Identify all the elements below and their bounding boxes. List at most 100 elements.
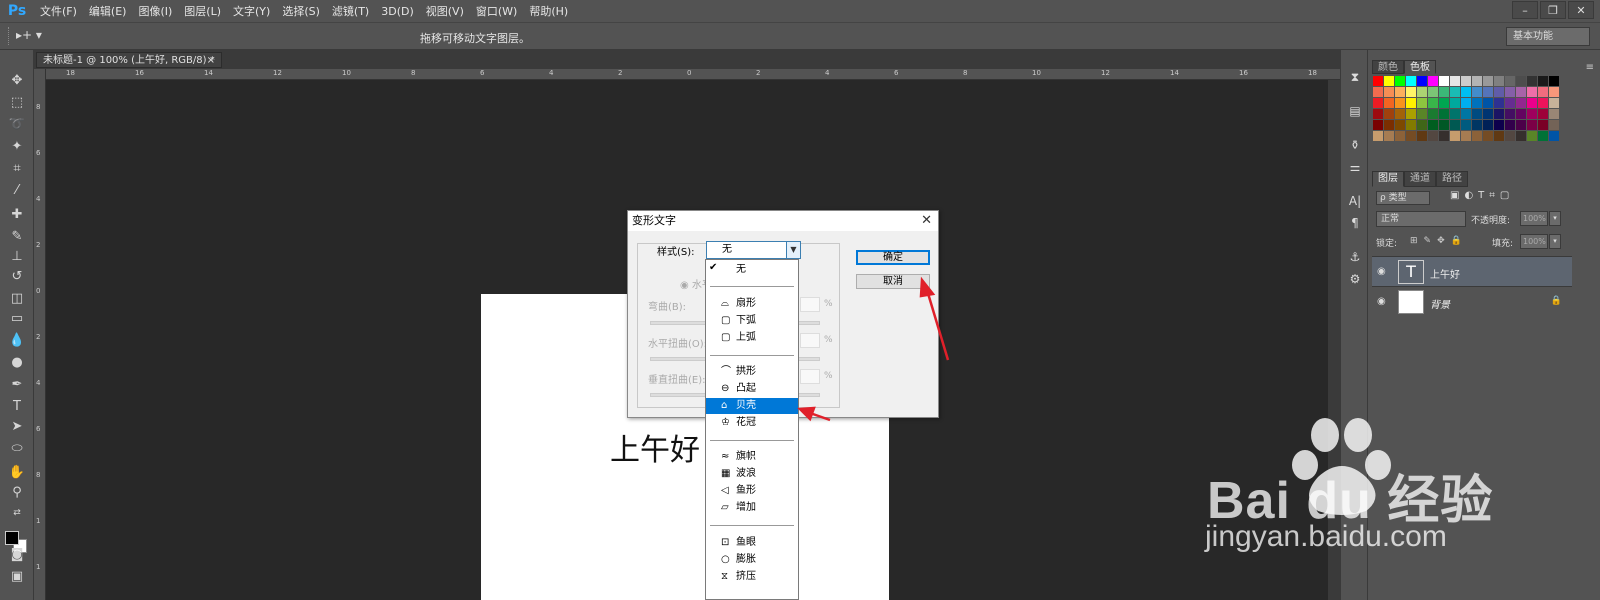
- color-swatch[interactable]: [1450, 76, 1460, 86]
- color-swatch[interactable]: [1384, 131, 1394, 141]
- color-swatch[interactable]: [1450, 87, 1460, 97]
- menu-edit[interactable]: 编辑(E): [83, 3, 133, 19]
- list-item-fisheye[interactable]: ⊡ 鱼眼: [706, 535, 798, 551]
- opacity-field[interactable]: 100%: [1520, 211, 1548, 226]
- v-distort-field[interactable]: [800, 369, 820, 384]
- color-swatch[interactable]: [1505, 131, 1515, 141]
- color-swatch[interactable]: [1483, 98, 1493, 108]
- list-item-none[interactable]: 无: [706, 262, 798, 278]
- color-swatch[interactable]: [1549, 120, 1559, 130]
- color-swatch[interactable]: [1538, 131, 1548, 141]
- options-grip[interactable]: [8, 27, 10, 45]
- horizontal-ruler[interactable]: 1816141210864202468101214161820: [46, 69, 1340, 80]
- magic-wand-icon[interactable]: ✦: [6, 138, 28, 156]
- chevron-down-icon[interactable]: ▼: [786, 242, 800, 258]
- fill-dropdown-icon[interactable]: ▾: [1549, 234, 1561, 249]
- color-swatch[interactable]: [1472, 76, 1482, 86]
- fill-field[interactable]: 100%: [1520, 234, 1548, 249]
- color-swatch[interactable]: [1549, 98, 1559, 108]
- color-swatch[interactable]: [1461, 87, 1471, 97]
- lasso-tool-icon[interactable]: ➰: [6, 116, 28, 134]
- marquee-tool-icon[interactable]: ⬚: [6, 94, 28, 112]
- color-swatch[interactable]: [1384, 120, 1394, 130]
- color-swatch[interactable]: [1373, 109, 1383, 119]
- color-swatch[interactable]: [1538, 87, 1548, 97]
- quick-mask-icon[interactable]: ◙: [6, 546, 28, 564]
- menu-type[interactable]: 文字(Y): [227, 3, 276, 19]
- color-swatch[interactable]: [1406, 120, 1416, 130]
- color-swatch[interactable]: [1483, 131, 1493, 141]
- color-swatch[interactable]: [1395, 76, 1405, 86]
- color-swatch[interactable]: [1527, 120, 1537, 130]
- color-swatch[interactable]: [1406, 131, 1416, 141]
- color-swatch[interactable]: [1549, 76, 1559, 86]
- list-item-flower[interactable]: ♔ 花冠: [706, 415, 798, 431]
- color-swatch[interactable]: [1505, 87, 1515, 97]
- color-swatch[interactable]: [1483, 120, 1493, 130]
- properties-panel-icon[interactable]: ▤: [1346, 104, 1364, 120]
- color-swatch[interactable]: [1538, 120, 1548, 130]
- color-swatch[interactable]: [1505, 98, 1515, 108]
- color-swatch[interactable]: [1395, 87, 1405, 97]
- menu-select[interactable]: 选择(S): [276, 3, 326, 19]
- list-item-shell[interactable]: ⌂ 贝壳: [706, 398, 798, 414]
- color-swatch[interactable]: [1428, 87, 1438, 97]
- vertical-ruler[interactable]: 864202468111: [34, 69, 46, 600]
- color-swatch[interactable]: [1461, 109, 1471, 119]
- color-swatch[interactable]: [1472, 87, 1482, 97]
- document-tab[interactable]: 未标题-1 @ 100% (上午好, RGB/8) * ×: [36, 52, 222, 68]
- color-swatch[interactable]: [1428, 120, 1438, 130]
- list-item-arch[interactable]: ⌒ 拱形: [706, 364, 798, 380]
- color-swatch[interactable]: [1428, 131, 1438, 141]
- color-swatch[interactable]: [1483, 109, 1493, 119]
- color-swatch[interactable]: [1439, 109, 1449, 119]
- color-swatch[interactable]: [1538, 98, 1548, 108]
- tab-channels[interactable]: 通道: [1404, 171, 1436, 187]
- color-swatch[interactable]: [1406, 109, 1416, 119]
- color-swatch[interactable]: [1538, 76, 1548, 86]
- color-swatch[interactable]: [1516, 98, 1526, 108]
- color-swatch[interactable]: [1461, 120, 1471, 130]
- style-select[interactable]: 无 ▼: [706, 241, 801, 259]
- eye-icon[interactable]: ◉: [1377, 296, 1386, 307]
- color-swatch[interactable]: [1505, 76, 1515, 86]
- color-swatch[interactable]: [1494, 120, 1504, 130]
- color-swatch[interactable]: [1549, 131, 1559, 141]
- color-swatch[interactable]: [1439, 98, 1449, 108]
- color-swatch[interactable]: [1395, 120, 1405, 130]
- color-swatch[interactable]: [1472, 131, 1482, 141]
- color-swatch[interactable]: [1395, 109, 1405, 119]
- tab-swatches[interactable]: 色板: [1404, 60, 1436, 74]
- list-item-fish[interactable]: ◁ 鱼形: [706, 483, 798, 499]
- color-swatch[interactable]: [1406, 98, 1416, 108]
- layer-row-text[interactable]: ◉ T 上午好: [1372, 256, 1572, 286]
- color-swatch[interactable]: [1395, 98, 1405, 108]
- brush-panel-icon[interactable]: ⚱: [1346, 138, 1364, 154]
- color-swatch[interactable]: [1527, 87, 1537, 97]
- eraser-tool-icon[interactable]: ◫: [6, 290, 28, 308]
- brush-tool-icon[interactable]: ✎: [6, 228, 28, 246]
- color-swatch[interactable]: [1439, 120, 1449, 130]
- gradient-tool-icon[interactable]: ▭: [6, 310, 28, 328]
- color-swatch[interactable]: [1406, 87, 1416, 97]
- color-swatch[interactable]: [1450, 131, 1460, 141]
- type-tool-icon[interactable]: T: [6, 398, 28, 416]
- screen-mode-icon[interactable]: ▣: [6, 568, 28, 586]
- workspace-select[interactable]: 基本功能: [1506, 27, 1590, 46]
- color-swatch[interactable]: [1461, 98, 1471, 108]
- crop-tool-icon[interactable]: ⌗: [6, 160, 28, 178]
- color-swatch[interactable]: [1461, 76, 1471, 86]
- color-swatch[interactable]: [1494, 131, 1504, 141]
- menu-filter[interactable]: 滤镜(T): [326, 3, 375, 19]
- menu-image[interactable]: 图像(I): [132, 3, 178, 19]
- close-window-button[interactable]: ✕: [1568, 1, 1594, 19]
- color-swatch[interactable]: [1384, 87, 1394, 97]
- menu-view[interactable]: 视图(V): [420, 3, 470, 19]
- adjustments-icon[interactable]: ⚌: [1346, 160, 1364, 176]
- color-swatch[interactable]: [1549, 87, 1559, 97]
- blend-mode-select[interactable]: 正常: [1376, 211, 1466, 227]
- canvas-text-layer[interactable]: 上午好: [610, 425, 700, 469]
- color-swatch[interactable]: [1373, 120, 1383, 130]
- close-icon[interactable]: ×: [207, 53, 215, 69]
- color-swatch[interactable]: [1373, 131, 1383, 141]
